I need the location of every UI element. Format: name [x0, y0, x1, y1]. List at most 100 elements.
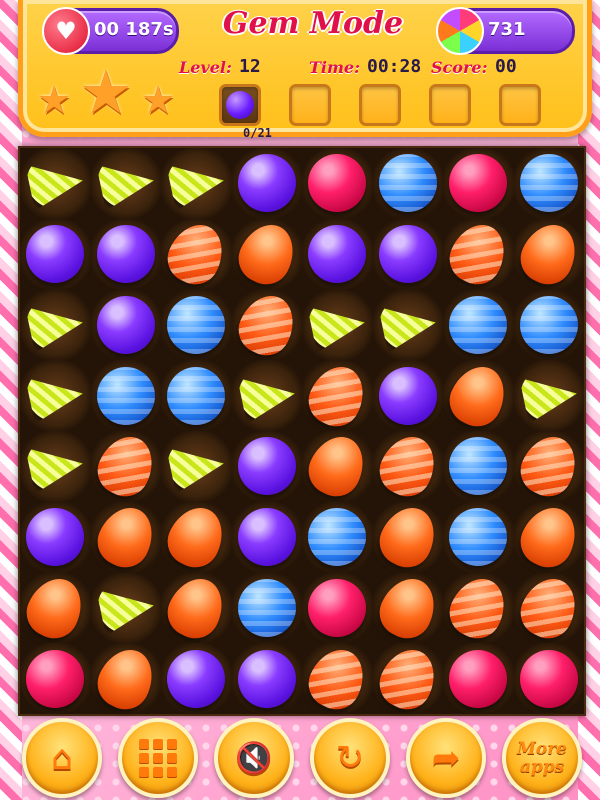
orange-candy[interactable]	[442, 357, 515, 434]
home-button[interactable]: ⌂	[22, 718, 102, 798]
board-cell[interactable]	[161, 360, 232, 431]
board-cell[interactable]	[372, 289, 443, 361]
ostripe-candy[interactable]	[160, 215, 233, 293]
next-button[interactable]: ➦	[406, 718, 486, 798]
board-cell[interactable]	[89, 640, 162, 717]
purple-candy[interactable]	[167, 649, 226, 708]
ostripe-candy[interactable]	[512, 428, 585, 505]
board-cell[interactable]	[302, 218, 373, 290]
board-cell[interactable]	[230, 286, 303, 364]
board-cell[interactable]	[161, 148, 232, 219]
blue-candy[interactable]	[237, 578, 296, 637]
board-cell[interactable]	[20, 360, 91, 431]
ostripe-candy[interactable]	[442, 215, 515, 293]
board-cell[interactable]	[512, 215, 585, 293]
board-cell[interactable]	[371, 428, 444, 505]
purple-candy[interactable]	[237, 154, 296, 213]
board-cell[interactable]	[160, 498, 233, 576]
orange-candy[interactable]	[160, 569, 233, 647]
purple-candy[interactable]	[378, 366, 437, 425]
board-cell[interactable]	[89, 498, 162, 576]
orange-candy[interactable]	[512, 215, 585, 293]
board-cell[interactable]	[302, 501, 373, 573]
board-cell[interactable]	[89, 428, 162, 505]
yellow-candy[interactable]	[166, 438, 226, 495]
board-cell[interactable]	[443, 148, 514, 219]
board-cell[interactable]	[231, 431, 302, 502]
board-cell[interactable]	[90, 289, 161, 361]
purple-candy[interactable]	[378, 225, 437, 284]
board-cell[interactable]	[20, 431, 91, 502]
purple-candy[interactable]	[237, 508, 296, 567]
yellow-candy[interactable]	[237, 367, 297, 424]
board-cell[interactable]	[90, 360, 161, 431]
board-cell[interactable]	[372, 360, 443, 431]
yellow-candy[interactable]	[25, 155, 85, 212]
blue-candy[interactable]	[519, 295, 578, 354]
ostripe-candy[interactable]	[371, 428, 444, 505]
board-cell[interactable]	[20, 501, 91, 573]
board-cell[interactable]	[443, 501, 514, 573]
board-cell[interactable]	[231, 360, 302, 431]
board-cell[interactable]	[513, 148, 584, 219]
board-cell[interactable]	[231, 501, 302, 573]
board-cell[interactable]	[231, 148, 302, 219]
ostripe-candy[interactable]	[89, 428, 162, 505]
board-cell[interactable]	[161, 431, 232, 502]
red-candy[interactable]	[519, 649, 578, 708]
board-cell[interactable]	[443, 289, 514, 361]
orange-candy[interactable]	[512, 498, 585, 576]
ostripe-candy[interactable]	[512, 569, 585, 647]
board-cell[interactable]	[160, 215, 233, 293]
purple-candy[interactable]	[26, 225, 85, 284]
level-menu-button[interactable]	[118, 718, 198, 798]
blue-candy[interactable]	[449, 437, 508, 496]
board-cell[interactable]	[231, 572, 302, 644]
orange-candy[interactable]	[19, 569, 92, 647]
yellow-candy[interactable]	[25, 367, 85, 424]
blue-candy[interactable]	[519, 154, 578, 213]
board-cell[interactable]	[442, 215, 515, 293]
board-cell[interactable]	[513, 289, 584, 361]
purple-candy[interactable]	[237, 649, 296, 708]
board-cell[interactable]	[90, 572, 161, 644]
orange-candy[interactable]	[371, 498, 444, 576]
board-cell[interactable]	[231, 643, 302, 714]
board-cell[interactable]	[301, 357, 374, 434]
board-cell[interactable]	[442, 357, 515, 434]
board-cell[interactable]	[302, 148, 373, 219]
blue-candy[interactable]	[378, 154, 437, 213]
board-cell[interactable]	[20, 148, 91, 219]
ostripe-candy[interactable]	[301, 357, 374, 434]
board-cell[interactable]	[302, 572, 373, 644]
board-cell[interactable]	[301, 640, 374, 717]
blue-candy[interactable]	[308, 508, 367, 567]
board-cell[interactable]	[20, 643, 91, 714]
board-cell[interactable]	[20, 218, 91, 290]
orange-candy[interactable]	[89, 498, 162, 576]
board-cell[interactable]	[513, 643, 584, 714]
yellow-candy[interactable]	[307, 297, 367, 354]
board-cell[interactable]	[230, 215, 303, 293]
board-cell[interactable]	[19, 569, 92, 647]
purple-candy[interactable]	[237, 437, 296, 496]
ostripe-candy[interactable]	[230, 286, 303, 364]
blue-candy[interactable]	[167, 295, 226, 354]
board-cell[interactable]	[90, 148, 161, 219]
board-cell[interactable]	[90, 218, 161, 290]
board-cell[interactable]	[443, 643, 514, 714]
blue-candy[interactable]	[449, 508, 508, 567]
red-candy[interactable]	[449, 154, 508, 213]
purple-candy[interactable]	[308, 225, 367, 284]
board-cell[interactable]	[512, 428, 585, 505]
yellow-candy[interactable]	[96, 155, 156, 212]
blue-candy[interactable]	[167, 366, 226, 425]
red-candy[interactable]	[26, 649, 85, 708]
purple-candy[interactable]	[96, 295, 155, 354]
board-cell[interactable]	[371, 569, 444, 647]
orange-candy[interactable]	[89, 640, 162, 717]
orange-candy[interactable]	[301, 428, 374, 505]
yellow-candy[interactable]	[25, 438, 85, 495]
blue-candy[interactable]	[449, 295, 508, 354]
red-candy[interactable]	[449, 649, 508, 708]
